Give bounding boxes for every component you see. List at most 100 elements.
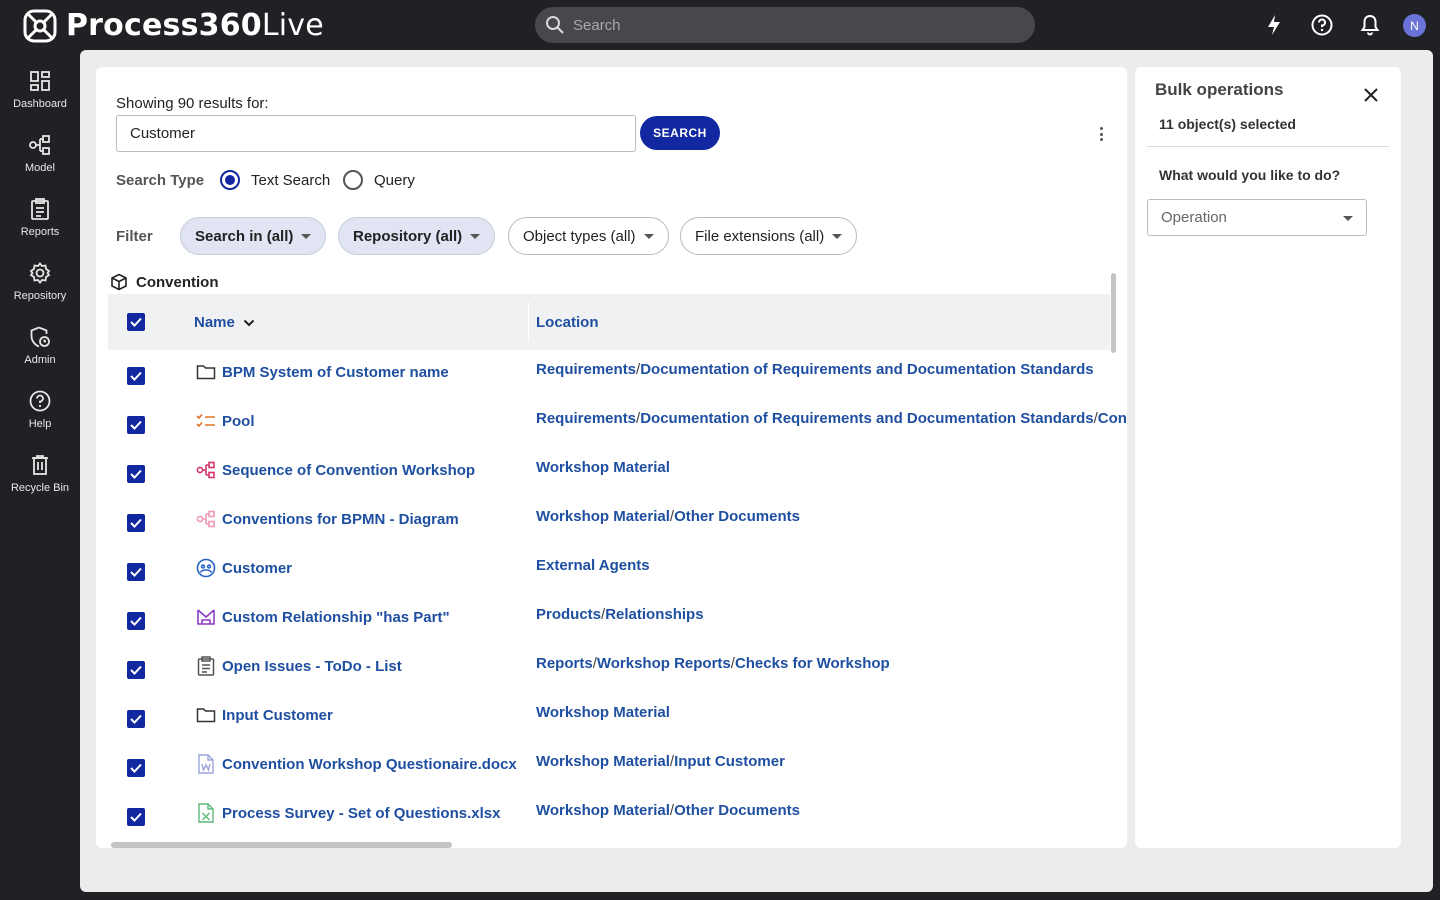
query-input[interactable] [116, 115, 636, 152]
row-checkbox[interactable] [127, 710, 145, 728]
notifications-bell-icon[interactable] [1358, 13, 1382, 37]
row-checkbox[interactable] [127, 563, 145, 581]
row-name-link[interactable]: Convention Workshop Questionaire.docx [222, 756, 517, 773]
column-header-location[interactable]: Location [536, 314, 599, 331]
global-search-input[interactable] [573, 16, 1013, 34]
row-name-link[interactable]: Customer [222, 560, 292, 577]
caret-down-icon [832, 233, 843, 239]
table-row[interactable]: Process Survey - Set of Questions.xlsx Wo… [108, 791, 1110, 840]
caret-down-icon [301, 233, 312, 239]
row-name-link[interactable]: BPM System of Customer name [222, 364, 449, 381]
row-name-link[interactable]: Sequence of Convention Workshop [222, 462, 475, 479]
location-segment-link[interactable]: Other Documents [674, 508, 800, 525]
location-segment-link[interactable]: Workshop Material [536, 753, 670, 770]
radio-text-search[interactable]: Text Search [220, 170, 330, 190]
sidebar-item-label: Recycle Bin [10, 482, 70, 494]
table-row[interactable]: Input Customer Workshop Material [108, 693, 1110, 742]
row-checkbox[interactable] [127, 514, 145, 532]
table-row[interactable]: Customer External Agents [108, 546, 1110, 595]
location-segment-link[interactable]: Checks for Workshop [735, 655, 890, 672]
folder-icon [196, 362, 216, 382]
sidebar-item-recycle-bin[interactable]: Recycle Bin [0, 448, 80, 508]
location-segment-link[interactable]: Requirements [536, 361, 636, 378]
sort-chevron-down-icon[interactable] [243, 319, 255, 327]
app-name: Process360Live [66, 9, 324, 43]
location-segment-link[interactable]: Input Customer [674, 753, 785, 770]
filter-object-types[interactable]: Object types (all) [508, 217, 669, 255]
filter-repository[interactable]: Repository (all) [338, 217, 496, 255]
table-row[interactable]: Sequence of Convention Workshop Workshop … [108, 448, 1110, 497]
column-header-name[interactable]: Name [194, 314, 255, 331]
row-checkbox[interactable] [127, 612, 145, 630]
row-checkbox[interactable] [127, 416, 145, 434]
sidebar-item-model[interactable]: Model [0, 128, 80, 188]
row-checkbox[interactable] [127, 465, 145, 483]
row-checkbox[interactable] [127, 808, 145, 826]
sidebar-item-repository[interactable]: Repository [0, 256, 80, 316]
cube-icon [111, 273, 127, 291]
search-button[interactable]: SEARCH [640, 116, 720, 150]
search-type-label: Search Type [116, 172, 205, 189]
location-segment-link[interactable]: Workshop Material [536, 508, 670, 525]
location-segment-link[interactable]: Conv [1098, 410, 1127, 427]
app-logo[interactable]: Process360Live [22, 8, 324, 44]
location-segment-link[interactable]: Reports [536, 655, 593, 672]
operation-select[interactable]: Operation [1147, 199, 1367, 236]
pool-icon [196, 411, 216, 431]
group-title-label: Convention [136, 273, 219, 291]
row-checkbox[interactable] [127, 759, 145, 777]
filter-search-in[interactable]: Search in (all) [180, 217, 327, 255]
word-file-icon [196, 754, 216, 774]
table-row[interactable]: Pool Requirements/Documentation of Requir… [108, 399, 1127, 448]
table-row[interactable]: Convention Workshop Questionaire.docx Wor… [108, 742, 1110, 791]
more-options-icon[interactable] [1093, 123, 1109, 145]
location-segment-link[interactable]: Documentation of Requirements and Docume… [640, 361, 1093, 378]
row-checkbox[interactable] [127, 367, 145, 385]
location-segment-link[interactable]: Requirements [536, 410, 636, 427]
vertical-scrollbar[interactable] [1111, 273, 1116, 353]
row-name-link[interactable]: Input Customer [222, 707, 333, 724]
location-segment-link[interactable]: External Agents [536, 557, 650, 574]
column-header-label: Name [194, 314, 235, 331]
user-avatar[interactable]: N [1403, 14, 1426, 37]
table-row[interactable]: BPM System of Customer name Requirements/… [108, 350, 1110, 399]
row-checkbox[interactable] [127, 661, 145, 679]
sidebar-item-label: Reports [20, 226, 60, 238]
row-name-link[interactable]: Process Survey - Set of Questions.xlsx [222, 805, 500, 822]
row-name-link[interactable]: Pool [222, 413, 255, 430]
row-name-link[interactable]: Conventions for BPMN - Diagram [222, 511, 459, 528]
selected-count: 11 object(s) selected [1159, 116, 1296, 132]
help-icon [29, 390, 51, 412]
location-segment-link[interactable]: Workshop Reports [597, 655, 731, 672]
table-row[interactable]: Open Issues - ToDo - List Reports/Worksho… [108, 644, 1110, 693]
close-icon[interactable] [1363, 87, 1379, 103]
row-name-link[interactable]: Custom Relationship "has Part" [222, 609, 450, 626]
radio-unselected-icon[interactable] [343, 170, 363, 190]
radio-selected-icon[interactable] [220, 170, 240, 190]
location-segment-link[interactable]: Workshop Material [536, 459, 670, 476]
sidebar-item-dashboard[interactable]: Dashboard [0, 64, 80, 124]
location-segment-link[interactable]: Workshop Material [536, 802, 670, 819]
sidebar-item-admin[interactable]: Admin [0, 320, 80, 380]
table-row[interactable]: Custom Relationship "has Part" Products/R… [108, 595, 1110, 644]
app-name-light: Live [261, 8, 324, 43]
global-search[interactable] [535, 7, 1035, 43]
location-segment-link[interactable]: Other Documents [674, 802, 800, 819]
top-bar: Process360Live N [0, 0, 1440, 50]
location-segment-link[interactable]: Products [536, 606, 601, 623]
location-segment-link[interactable]: Documentation of Requirements and Docume… [640, 410, 1093, 427]
row-name-link[interactable]: Open Issues - ToDo - List [222, 658, 402, 675]
horizontal-scrollbar[interactable] [111, 842, 452, 848]
select-all-checkbox[interactable] [127, 313, 145, 331]
radio-query[interactable]: Query [343, 170, 415, 190]
sidebar-item-help[interactable]: Help [0, 384, 80, 444]
sidebar-item-reports[interactable]: Reports [0, 192, 80, 252]
filter-file-extensions[interactable]: File extensions (all) [680, 217, 858, 255]
location-segment-link[interactable]: Workshop Material [536, 704, 670, 721]
location-segment-link[interactable]: Relationships [605, 606, 703, 623]
table-row[interactable]: Conventions for BPMN - Diagram Workshop M… [108, 497, 1110, 546]
column-divider[interactable] [528, 302, 529, 342]
sidebar-item-label: Admin [24, 354, 56, 366]
help-circle-icon[interactable] [1310, 13, 1334, 37]
quick-actions-icon[interactable] [1262, 13, 1286, 37]
